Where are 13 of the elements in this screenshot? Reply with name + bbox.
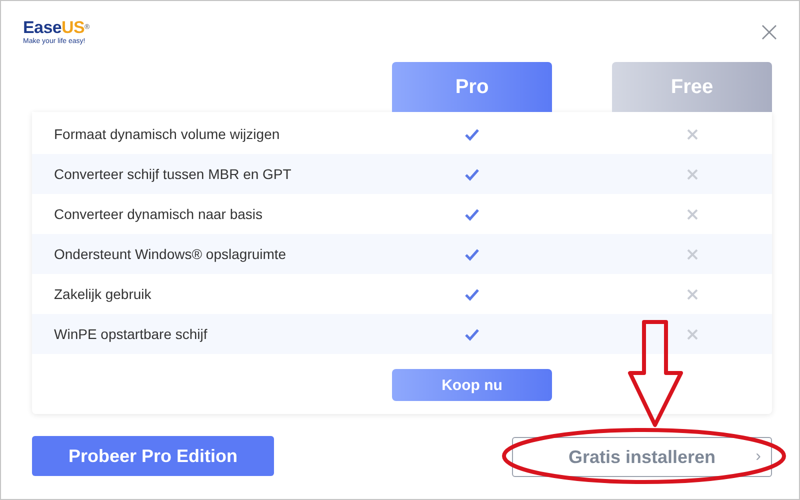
free-install-button[interactable]: Gratis installeren › — [512, 437, 772, 477]
feature-label: Zakelijk gebruik — [53, 286, 152, 302]
plan-header: Free — [612, 62, 772, 112]
trial-button[interactable]: Probeer Pro Edition — [32, 436, 274, 476]
feature-label: WinPE opstartbare schijf — [53, 326, 208, 342]
feature-label: Converteer schijf tussen MBR en GPT — [53, 166, 292, 182]
feature-label: Formaat dynamisch volume wijzigen — [53, 126, 281, 142]
buy-button[interactable]: Koop nu — [392, 369, 552, 401]
feature-label: Ondersteunt Windows® opslagruimte — [53, 246, 288, 262]
logo-wordmark: EaseUS — [23, 18, 85, 37]
feature-label: Converteer dynamisch naar basis — [53, 206, 264, 222]
plan-header: Pro — [392, 62, 552, 112]
close-button[interactable]: × — [758, 21, 781, 43]
